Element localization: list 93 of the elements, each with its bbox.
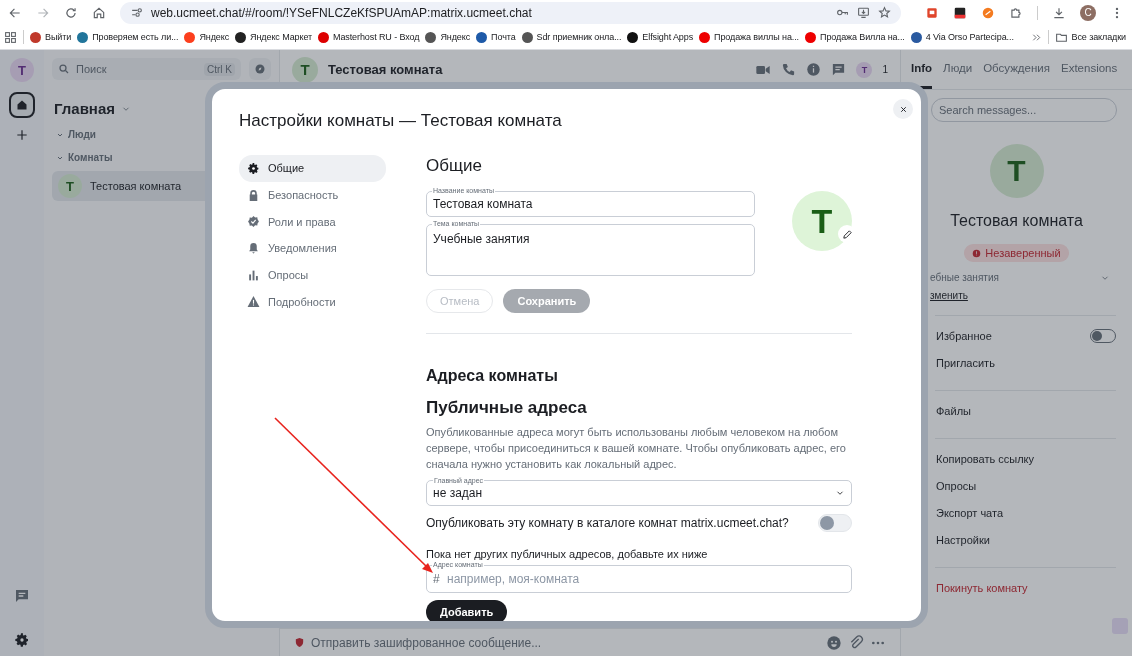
apps-grid-icon[interactable] [4, 30, 17, 44]
download-icon[interactable] [1052, 5, 1066, 20]
user-avatar[interactable]: T [10, 58, 34, 82]
bookmark[interactable]: Sdr приемник онла... [521, 31, 622, 43]
menu-item[interactable]: Настройки [936, 533, 1116, 546]
all-bookmarks[interactable]: Все закладки [1054, 30, 1126, 44]
room-title: Тестовая комната [328, 62, 444, 77]
bar-chart-icon [247, 268, 260, 282]
section-heading: Общие [426, 156, 483, 176]
room-name: Тестовая комната [949, 212, 1084, 230]
bookmark[interactable]: Яндекс Маркет [235, 31, 312, 43]
info-icon[interactable] [806, 62, 822, 77]
home-icon[interactable] [92, 5, 106, 20]
settings-tab[interactable]: Общие [239, 155, 386, 182]
install-icon[interactable] [857, 6, 870, 19]
bookmark[interactable]: Продажа виллы на... [699, 31, 799, 43]
subsection-heading: Публичные адреса [426, 398, 588, 418]
space-title[interactable]: Главная [54, 100, 115, 117]
extension-icon[interactable] [953, 5, 967, 20]
bookmark[interactable]: Elfsight Apps [627, 31, 694, 43]
leave-room-item[interactable]: Покинуть комнату [936, 581, 1116, 594]
panel-tab[interactable]: Extensions [1061, 50, 1118, 89]
pencil-icon [841, 228, 853, 240]
emoji-icon[interactable] [826, 634, 842, 651]
shortcut-hint: Ctrl K [204, 62, 235, 76]
warning-icon [247, 295, 260, 309]
note-text: Пока нет других публичных адресов, добавьте их ниже [426, 548, 709, 560]
menu-item[interactable]: Опросы [936, 479, 1116, 492]
edit-link[interactable]: зменить [930, 290, 968, 301]
search-icon [58, 63, 70, 75]
room-avatar: T [292, 56, 318, 83]
settings-tab[interactable]: Роли и права [239, 208, 386, 236]
menu-item[interactable]: Избранное [936, 329, 1090, 342]
profile-avatar[interactable]: C [1080, 4, 1096, 21]
site-settings-icon[interactable] [130, 6, 143, 19]
settings-icon [247, 161, 260, 175]
panel-tab[interactable]: Люди [943, 50, 973, 89]
add-button[interactable]: Добавить [426, 600, 508, 621]
bookmark[interactable]: Яндекс [184, 31, 230, 43]
compass-icon [254, 63, 266, 75]
settings-tab[interactable]: Подробности [239, 288, 386, 316]
menu-item[interactable]: Копировать ссылку [936, 452, 1116, 465]
dialog-title: Настройки комнаты — Тестовая комната [239, 111, 563, 131]
panel-tab[interactable]: Обсуждения [983, 50, 1050, 89]
puzzle-icon[interactable] [1009, 5, 1023, 20]
bell-icon [247, 241, 260, 255]
settings-icon[interactable] [14, 632, 30, 648]
bookmark[interactable]: Почта [476, 31, 516, 43]
section-heading: Адреса комнаты [426, 367, 559, 385]
menu-item[interactable]: Файлы [936, 404, 1116, 417]
badge-check-icon [247, 215, 260, 229]
room-name: Тестовая комната [90, 180, 182, 192]
bookmark[interactable]: Выйти [30, 31, 72, 43]
settings-tab[interactable]: Уведомления [239, 235, 386, 262]
member-avatar[interactable]: T [856, 61, 873, 78]
menu-item[interactable]: Пригласить [936, 356, 1116, 369]
home-icon [16, 99, 28, 111]
chat-icon[interactable] [14, 588, 30, 604]
search-placeholder: Поиск [76, 63, 108, 75]
room-avatar: T [58, 174, 82, 198]
chevron-double-right-icon[interactable] [1030, 31, 1042, 43]
hash-prefix: # [433, 572, 440, 586]
unverified-badge: Незаверенный [964, 244, 1069, 262]
room-avatar: T [989, 144, 1044, 198]
member-count[interactable]: 1 [882, 64, 888, 75]
bookmark[interactable]: Продажа Вилла на... [805, 31, 905, 43]
explore-button[interactable] [249, 58, 271, 80]
bookmark[interactable]: 4 Via Orso Partecipa... [910, 31, 1014, 43]
threads-icon[interactable] [831, 62, 847, 77]
room-avatar[interactable]: T [792, 191, 852, 251]
url-text: web.ucmeet.chat/#/room/!YSeFNLCZeKfSPUAmAP:matrix.ucmeet.chat [151, 5, 533, 20]
bookmark[interactable]: Яндекс [425, 31, 471, 43]
phone-icon[interactable] [781, 62, 797, 77]
shield-icon [294, 637, 305, 648]
bookmark[interactable]: Masterhost RU - Вход [318, 31, 420, 43]
reload-icon[interactable] [64, 5, 78, 20]
plus-icon[interactable] [15, 128, 29, 142]
paperclip-icon[interactable] [848, 634, 864, 651]
message-placeholder[interactable]: Отправить зашифрованное сообщение... [311, 635, 820, 650]
publish-label: Опубликовать эту комнату в каталоге комнат matrix.ucmeet.chat? [426, 516, 790, 530]
close-button[interactable] [893, 99, 913, 119]
home-button[interactable] [9, 92, 35, 118]
alert-icon [972, 248, 982, 258]
menu-item[interactable]: Экспорт чата [936, 506, 1116, 519]
settings-tab[interactable]: Опросы [239, 261, 386, 289]
address-bar[interactable]: web.ucmeet.chat/#/room/!YSeFNLCZeKfSPUAmAP:matrix.ucmeet.chat [120, 1, 901, 24]
section-header[interactable]: Комнаты [68, 152, 113, 163]
bookmark[interactable]: Проверяем есть ли... [77, 31, 179, 43]
room-topic: ебные занятия [930, 272, 1000, 283]
lock-icon [247, 188, 260, 202]
close-icon [898, 104, 908, 114]
star-icon[interactable] [878, 6, 891, 19]
description-text: Опубликованные адреса могут быть использованы любым человеком на любом сервере, чтобы присоединиться к вашей комнате. Чтобы опубликовать адрес, его сначала нужно установить как локальный адрес. [426, 425, 847, 472]
